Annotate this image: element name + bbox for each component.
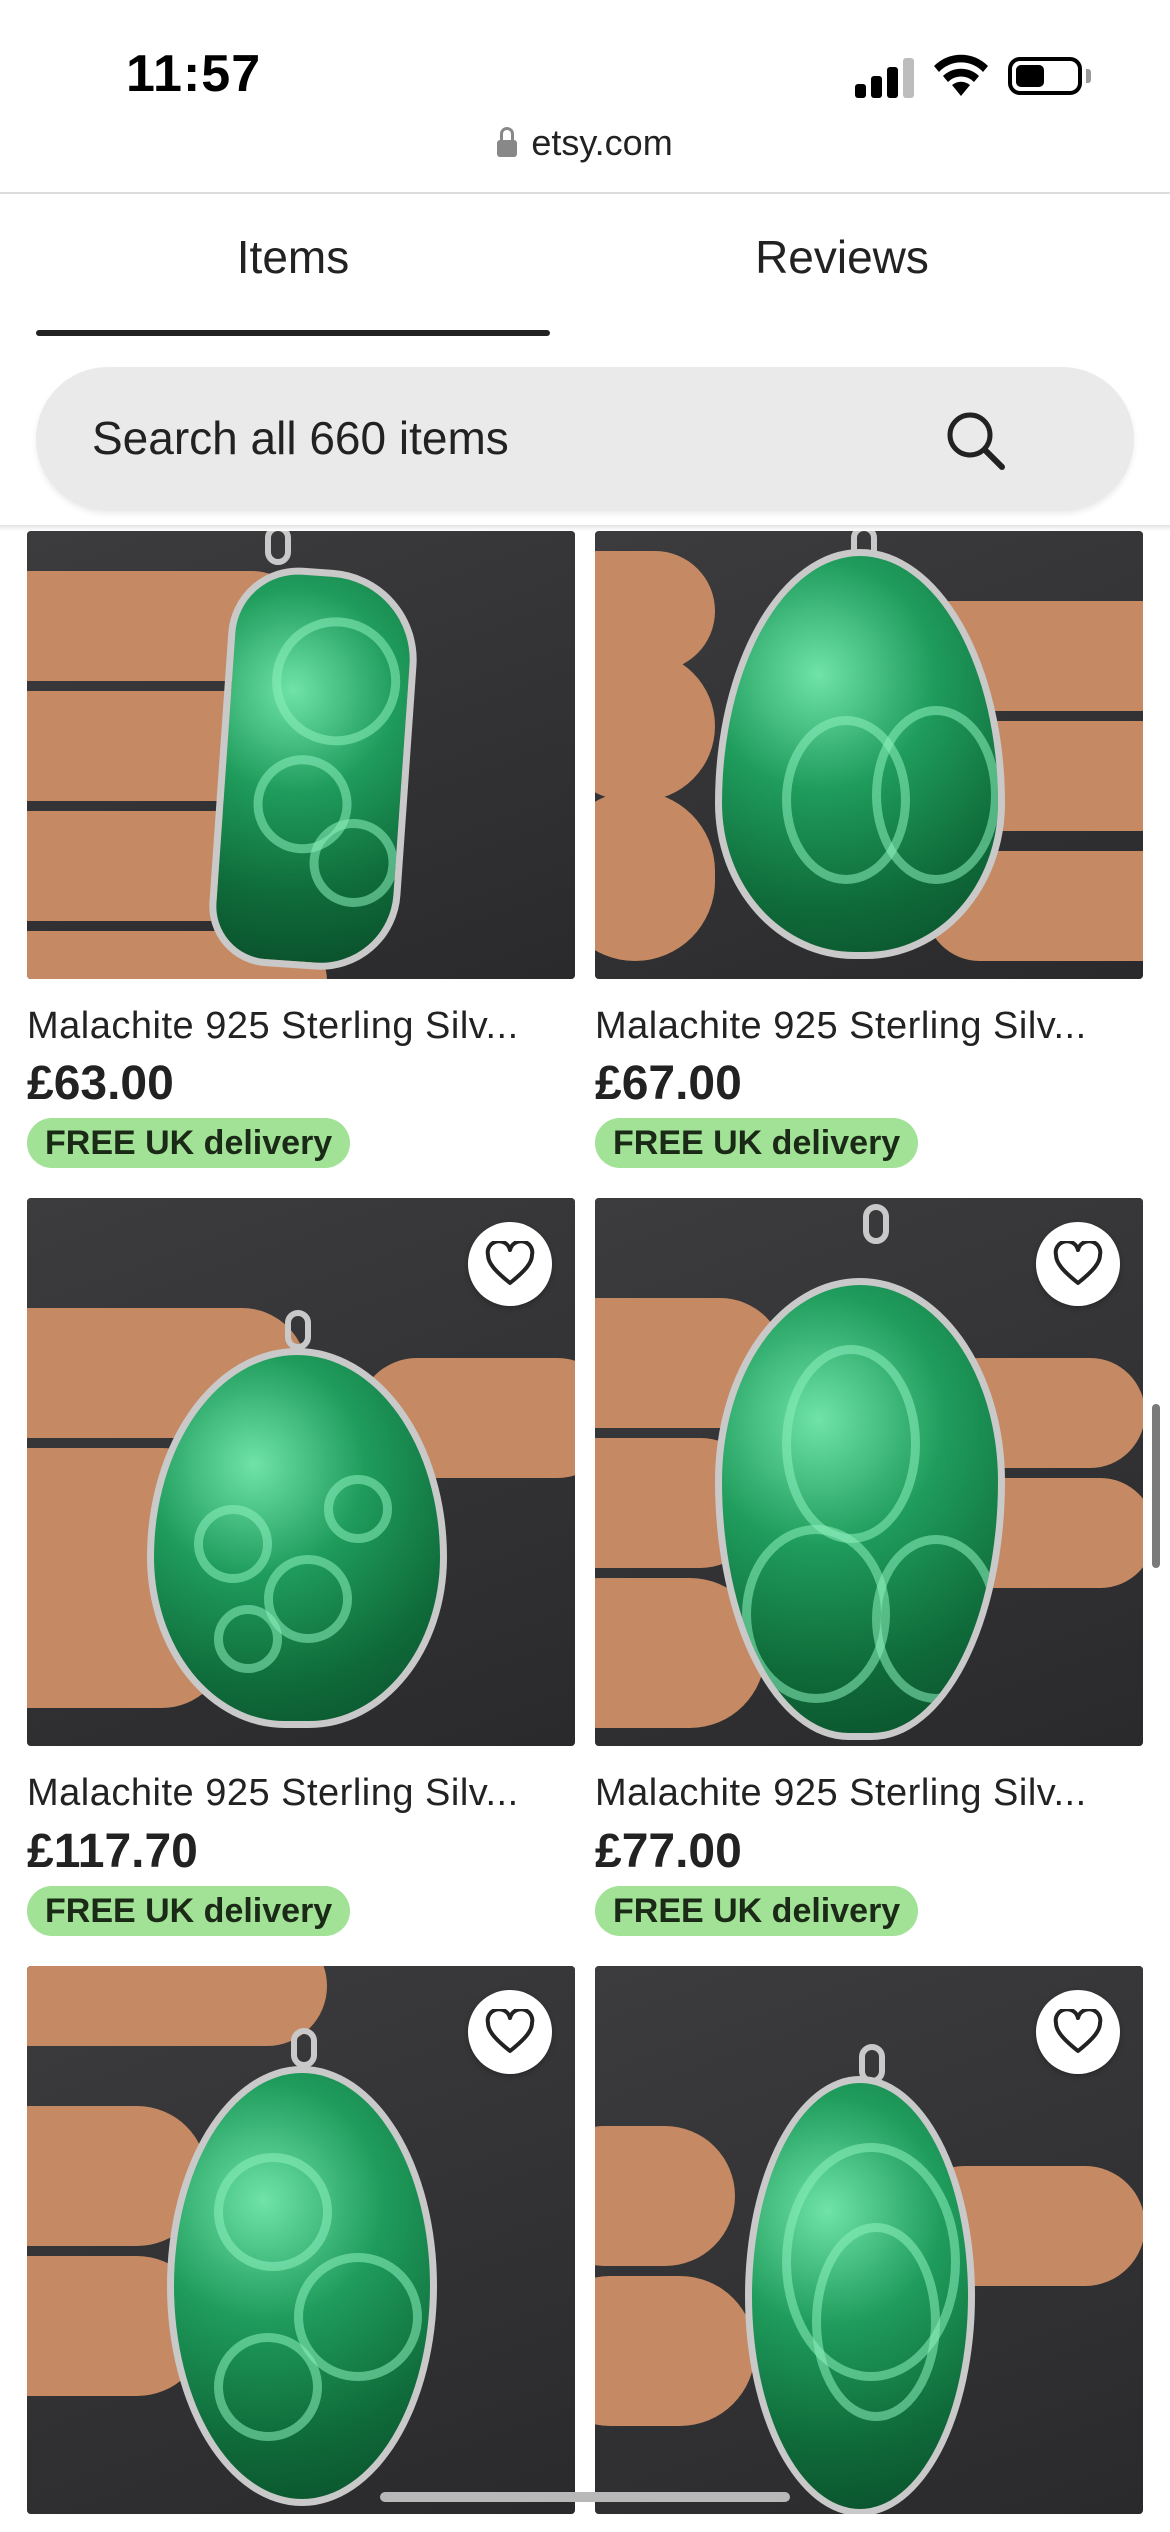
product-image[interactable] [595,1966,1143,2514]
status-bar: 11:57 etsy.com [0,0,1170,163]
signal-icon [855,56,915,98]
lock-icon [497,127,518,157]
product-image[interactable] [595,1198,1143,1746]
product-image[interactable] [27,1198,575,1746]
search-bar[interactable]: Search all 660 items [36,367,1134,511]
url-text: etsy.com [531,122,673,163]
favorite-button[interactable] [1036,1990,1120,2074]
search-icon[interactable] [942,407,1010,475]
active-tab-indicator [36,330,550,336]
product-price: £67.00 [595,1057,742,1110]
product-title[interactable]: Malachite 925 Sterling Silv... [27,1005,575,1048]
favorite-button[interactable] [468,1990,552,2074]
search-input[interactable]: Search all 660 items [92,411,509,465]
delivery-badge: FREE UK delivery [595,1118,919,1168]
product-image[interactable] [595,531,1143,979]
delivery-badge: FREE UK delivery [27,1118,351,1168]
divider [0,192,1170,194]
product-price: £63.00 [27,1057,174,1110]
heart-icon [485,1241,535,1285]
home-indicator[interactable] [380,2492,790,2502]
delivery-badge: FREE UK delivery [27,1886,351,1936]
heart-icon [1053,2009,1103,2053]
wifi-icon [934,54,988,96]
heart-icon [1053,1241,1103,1285]
product-title[interactable]: Malachite 925 Sterling Silv... [595,1772,1143,1815]
tab-reviews[interactable]: Reviews [600,230,1084,284]
address-bar[interactable]: etsy.com [0,122,1170,164]
product-title[interactable]: Malachite 925 Sterling Silv... [27,1772,575,1815]
favorite-button[interactable] [1036,1222,1120,1306]
product-image[interactable] [27,1966,575,2514]
tab-items[interactable]: Items [36,230,550,284]
favorite-button[interactable] [468,1222,552,1306]
scrollbar[interactable] [1152,1404,1160,1568]
product-price: £77.00 [595,1825,742,1878]
delivery-badge: FREE UK delivery [595,1886,919,1936]
status-time: 11:57 [126,45,262,103]
product-title[interactable]: Malachite 925 Sterling Silv... [595,1005,1143,1048]
product-price: £117.70 [27,1825,198,1878]
heart-icon [485,2009,535,2053]
battery-icon [1008,57,1082,95]
product-image[interactable] [27,531,575,979]
